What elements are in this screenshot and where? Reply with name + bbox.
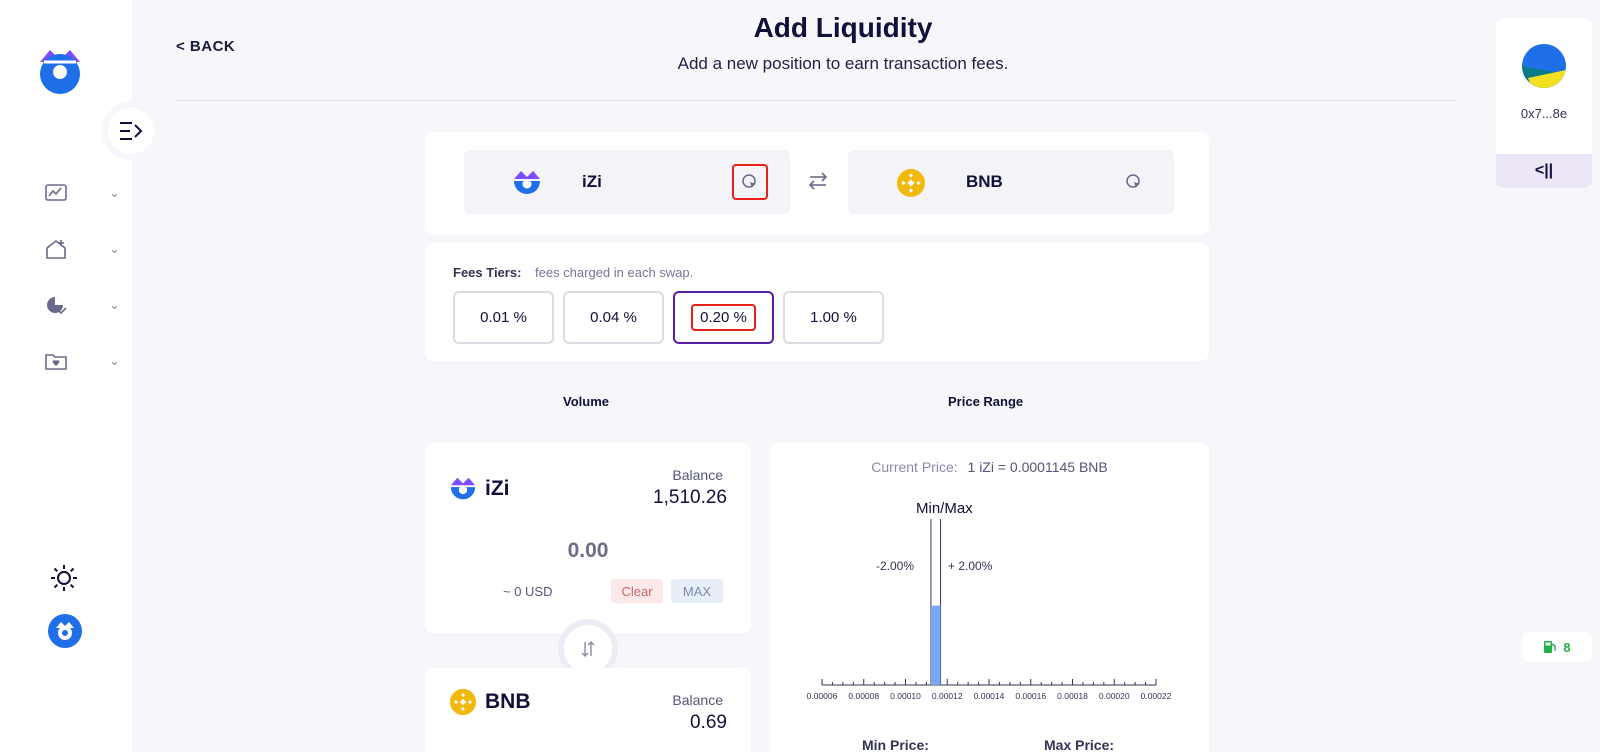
- brand-icon[interactable]: [48, 614, 82, 648]
- sidebar-item-liquidity[interactable]: ⌄: [44, 236, 120, 262]
- cursor-search-icon: [1126, 174, 1140, 188]
- volume-section-title: Volume: [563, 394, 609, 409]
- sidebar-item-portfolio[interactable]: ⌄: [44, 348, 120, 374]
- gas-value: 8: [1563, 639, 1571, 655]
- price-range-card: Current Price: 1 iZi = 0.0001145 BNB Min…: [770, 443, 1209, 752]
- balance-value: 0.69: [690, 712, 727, 733]
- token-b-select-button[interactable]: [1116, 164, 1152, 200]
- liquidity-bar: [930, 605, 941, 685]
- volume-card-token-a: iZi Balance 1,510.26 0.00 ~ 0 USD Clear …: [425, 443, 751, 633]
- balance-value: 1,510.26: [653, 487, 727, 508]
- chevron-down-icon: ⌄: [109, 353, 120, 368]
- gas-badge[interactable]: 8: [1522, 632, 1592, 662]
- usd-value: ~ 0 USD: [503, 584, 553, 599]
- balance-label: Balance: [672, 692, 723, 708]
- bnb-token-icon: [449, 688, 477, 716]
- token-b-name: BNB: [966, 172, 1003, 191]
- volume-token-name: iZi: [485, 477, 510, 500]
- chart-swap-icon: [45, 184, 67, 201]
- cursor-search-icon: [742, 174, 756, 188]
- fee-tier-label: 0.20 %: [691, 304, 756, 331]
- x-tick-label: 0.00008: [848, 691, 879, 701]
- gas-pump-icon: [1544, 641, 1557, 653]
- fee-tier-button[interactable]: 0.04 %: [563, 291, 664, 344]
- token-a-name: iZi: [582, 172, 602, 191]
- token-pair-card: iZi BNB: [425, 132, 1209, 234]
- izi-token-icon: [450, 477, 476, 500]
- avatar-icon: [1522, 44, 1566, 88]
- max-price-label: Max Price:: [1044, 737, 1115, 752]
- chevron-down-icon: ⌄: [109, 297, 120, 312]
- volume-token-name: BNB: [485, 690, 531, 713]
- token-a-select-button[interactable]: [732, 164, 768, 200]
- max-button[interactable]: MAX: [671, 579, 723, 603]
- sidebar-toggle-button[interactable]: [108, 108, 154, 154]
- current-price-value: 1 iZi = 0.0001145 BNB: [967, 459, 1108, 475]
- x-tick-label: 0.00006: [807, 691, 838, 701]
- pie-check-icon: [47, 297, 67, 315]
- arrows-up-down-icon: [581, 641, 595, 657]
- home-add-icon: [46, 239, 66, 259]
- sidebar-item-farm[interactable]: ⌄: [44, 292, 120, 318]
- fee-tier-label: 1.00 %: [810, 309, 857, 326]
- menu-collapse-icon: [120, 122, 143, 140]
- sun-icon[interactable]: [50, 564, 78, 592]
- fee-tier-button[interactable]: 0.01 %: [453, 291, 554, 344]
- page-title: Add Liquidity: [753, 12, 933, 43]
- wallet-avatar[interactable]: [1522, 44, 1566, 88]
- current-price: Current Price: 1 iZi = 0.0001145 BNB: [770, 459, 1209, 475]
- sidebar: ⌄ ⌄ ⌄ ⌄: [0, 0, 154, 752]
- fees-label: Fees Tiers:: [453, 265, 522, 280]
- sidebar-item-trade[interactable]: ⌄: [44, 180, 120, 206]
- x-tick-label: 0.00014: [974, 691, 1005, 701]
- fees-description: fees charged in each swap.: [535, 265, 694, 280]
- chevron-down-icon: ⌄: [109, 241, 120, 256]
- fee-tier-label: 0.01 %: [480, 309, 527, 326]
- x-tick-label: 0.00018: [1057, 691, 1088, 701]
- fees-card: Fees Tiers: fees charged in each swap. 0…: [425, 243, 1209, 361]
- page-subtitle: Add a new position to earn transaction f…: [677, 54, 1009, 73]
- current-price-label: Current Price:: [871, 459, 958, 475]
- volume-card-token-b: BNB Balance 0.69: [425, 668, 751, 752]
- price-range-section-title: Price Range: [948, 394, 1024, 409]
- fee-tier-button-selected[interactable]: 0.20 %: [673, 291, 774, 344]
- folder-heart-icon: [45, 354, 67, 370]
- x-tick-label: 0.00020: [1099, 691, 1130, 701]
- wallet-address[interactable]: 0x7...8e: [1496, 106, 1592, 121]
- expand-panel-button[interactable]: <||: [1496, 154, 1592, 188]
- token-a-selector[interactable]: iZi: [464, 150, 790, 214]
- x-tick-label: 0.00016: [1015, 691, 1046, 701]
- swap-tokens-icon[interactable]: [807, 170, 829, 192]
- token-b-selector[interactable]: BNB: [848, 150, 1174, 214]
- x-tick-label: 0.00010: [890, 691, 921, 701]
- chevron-down-icon: ⌄: [109, 185, 120, 200]
- liquidity-chart[interactable]: 0.00006 0.00008 0.00010 0.00012 0.00014 0.000…: [770, 483, 1209, 733]
- balance-label: Balance: [672, 467, 723, 483]
- fee-tier-label: 0.04 %: [590, 309, 637, 326]
- bnb-token-icon: [897, 169, 925, 197]
- x-tick-label: 0.00022: [1141, 691, 1172, 701]
- wallet-panel: 0x7...8e <||: [1496, 18, 1592, 188]
- amount-input[interactable]: 0.00: [425, 539, 751, 563]
- header-divider: [176, 100, 1456, 101]
- clear-button[interactable]: Clear: [611, 579, 663, 603]
- izi-token-icon: [514, 171, 540, 194]
- min-price-label: Min Price:: [862, 737, 929, 752]
- x-tick-label: 0.00012: [932, 691, 963, 701]
- fee-tier-button[interactable]: 1.00 %: [783, 291, 884, 344]
